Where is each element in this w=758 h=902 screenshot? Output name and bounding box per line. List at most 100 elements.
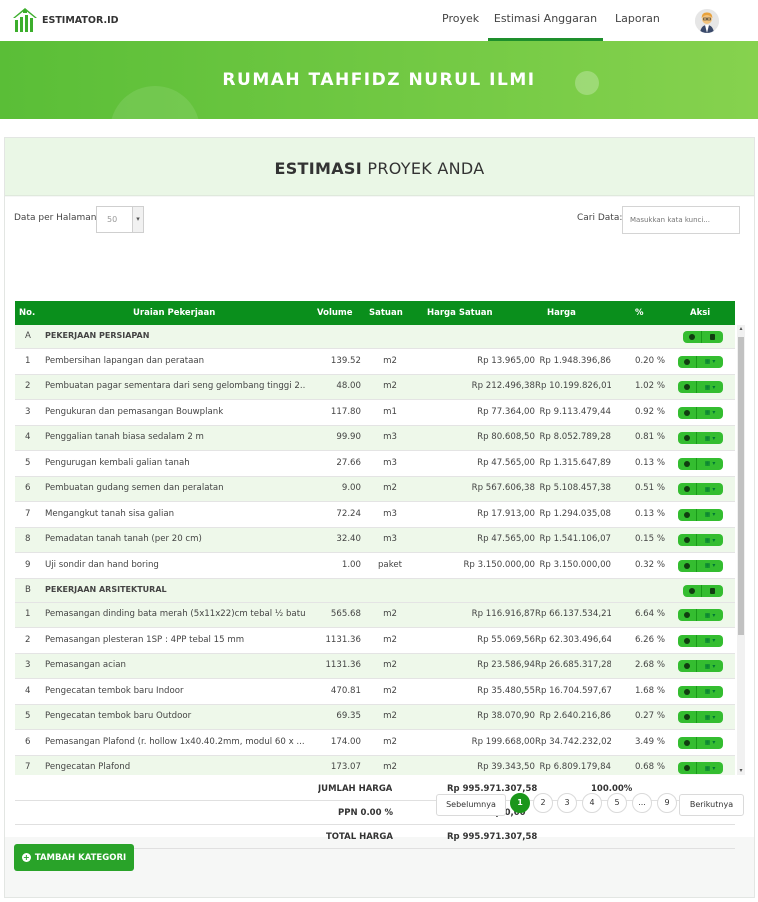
item-price: Rp 5.108.457,38 — [539, 483, 611, 494]
grid-menu-icon[interactable]: ▦ ▾ — [696, 634, 723, 647]
scroll-up-icon[interactable]: ▴ — [737, 325, 745, 333]
item-actions[interactable]: ▦ ▾ — [678, 711, 723, 724]
item-actions[interactable]: ▦ ▾ — [678, 483, 723, 496]
add-category-button[interactable]: + TAMBAH KATEGORI — [14, 844, 134, 871]
scroll-down-icon[interactable]: ▾ — [737, 767, 745, 775]
delete-icon[interactable] — [701, 584, 723, 597]
item-percent: 2.68 % — [634, 660, 665, 671]
gear-icon[interactable] — [678, 458, 696, 470]
grid-menu-icon[interactable]: ▦ ▾ — [696, 685, 723, 698]
table-row: 6 Pemasangan Plafond (r. hollow 1x40.40.2… — [15, 730, 735, 756]
item-actions[interactable]: ▦ ▾ — [678, 457, 723, 470]
top-navbar: ESTIMATOR.ID Proyek Estimasi Anggaran La… — [0, 0, 758, 41]
item-price: Rp 66.137.534,21 — [535, 609, 611, 620]
table-row: 2 Pemasangan plesteran 1SP : 4PP tebal 15… — [15, 628, 735, 654]
pagination-next[interactable]: Berikutnya — [679, 794, 744, 816]
add-item-icon[interactable] — [683, 585, 701, 597]
grid-menu-icon[interactable]: ▦ ▾ — [696, 609, 723, 622]
item-actions[interactable]: ▦ ▾ — [678, 634, 723, 647]
pagination-page[interactable]: 2 — [533, 793, 553, 813]
pagination-page[interactable]: 1 — [510, 793, 530, 813]
table-row: 8 Pemadatan tanah tanah (per 20 cm) 32.40 m… — [15, 527, 735, 553]
gear-icon[interactable] — [678, 609, 696, 621]
pagination-page[interactable]: 9 — [657, 793, 677, 813]
gear-icon[interactable] — [678, 762, 696, 774]
item-unit-price: Rp 77.364,00 — [477, 406, 535, 417]
item-actions[interactable]: ▦ ▾ — [678, 736, 723, 749]
grid-menu-icon[interactable]: ▦ ▾ — [696, 457, 723, 470]
project-title: RUMAH TAHFIDZ NURUL ILMI — [222, 70, 536, 90]
row-number: 4 — [25, 685, 31, 696]
item-actions[interactable]: ▦ ▾ — [678, 508, 723, 521]
grid-menu-icon[interactable]: ▦ ▾ — [696, 559, 723, 572]
chevron-down-icon[interactable]: ▾ — [132, 207, 143, 232]
item-actions[interactable]: ▦ ▾ — [678, 609, 723, 622]
grid-menu-icon[interactable]: ▦ ▾ — [696, 381, 723, 394]
gear-icon[interactable] — [678, 432, 696, 444]
search-input[interactable] — [622, 206, 740, 234]
gear-icon[interactable] — [678, 356, 696, 368]
table-row: 1 Pembersihan lapangan dan perataan 139.52… — [15, 349, 735, 375]
table-row: 3 Pemasangan acian 1131.36 m2 Rp 23.586,94 Rp… — [15, 653, 735, 679]
item-actions[interactable]: ▦ ▾ — [678, 762, 723, 775]
add-item-icon[interactable] — [683, 331, 701, 343]
item-unit: m2 — [383, 685, 397, 696]
category-actions[interactable] — [683, 331, 723, 343]
item-unit-price: Rp 116.916,87 — [471, 609, 535, 620]
table-body[interactable]: A PEKERJAAN PERSIAPAN 1 Pembersihan lapanga… — [15, 325, 735, 775]
card-title-rest: PROYEK ANDA — [367, 159, 485, 178]
grid-menu-icon[interactable]: ▦ ▾ — [696, 711, 723, 724]
grid-menu-icon[interactable]: ▦ ▾ — [696, 660, 723, 673]
total-row-ppn: PPN 0.00 % Rp 0,00 — [15, 801, 735, 825]
row-number: 5 — [25, 711, 31, 722]
gear-icon[interactable] — [678, 660, 696, 672]
grid-menu-icon[interactable]: ▦ ▾ — [696, 762, 723, 775]
pagination-page[interactable]: 4 — [582, 793, 602, 813]
gear-icon[interactable] — [678, 560, 696, 572]
gear-icon[interactable] — [678, 635, 696, 647]
category-actions[interactable] — [683, 584, 723, 597]
table-scrollbar[interactable]: ▴ ▾ — [737, 325, 745, 775]
nav-proyek[interactable]: Proyek — [442, 12, 479, 25]
item-actions[interactable]: ▦ ▾ — [678, 355, 723, 368]
pagination-page[interactable]: 5 — [607, 793, 627, 813]
nav-estimasi-anggaran[interactable]: Estimasi Anggaran — [488, 12, 603, 41]
table-row: 5 Pengurugan kembali galian tanah 27.66 m3 R… — [15, 451, 735, 477]
table-row: 2 Pembuatan pagar sementara dari seng gel… — [15, 374, 735, 400]
grid-menu-icon[interactable]: ▦ ▾ — [696, 508, 723, 521]
pagination-prev[interactable]: Sebelumnya — [436, 794, 506, 816]
grid-menu-icon[interactable]: ▦ ▾ — [696, 355, 723, 368]
grid-menu-icon[interactable]: ▦ ▾ — [696, 483, 723, 496]
delete-icon[interactable] — [701, 331, 723, 343]
user-avatar[interactable] — [695, 9, 719, 33]
brand-logo[interactable]: ESTIMATOR.ID — [12, 6, 119, 34]
item-actions[interactable]: ▦ ▾ — [678, 381, 723, 394]
grid-menu-icon[interactable]: ▦ ▾ — [696, 534, 723, 547]
col-no: No. — [19, 308, 36, 318]
item-volume: 174.00 — [330, 736, 361, 747]
gear-icon[interactable] — [678, 711, 696, 723]
pagination-page[interactable]: 3 — [557, 793, 577, 813]
item-actions[interactable]: ▦ ▾ — [678, 559, 723, 572]
item-actions[interactable]: ▦ ▾ — [678, 534, 723, 547]
scroll-thumb[interactable] — [738, 337, 744, 635]
gear-icon[interactable] — [678, 737, 696, 749]
gear-icon[interactable] — [678, 483, 696, 495]
item-actions[interactable]: ▦ ▾ — [678, 685, 723, 698]
gear-icon[interactable] — [678, 686, 696, 698]
item-actions[interactable]: ▦ ▾ — [678, 406, 723, 419]
item-actions[interactable]: ▦ ▾ — [678, 660, 723, 673]
gear-icon[interactable] — [678, 509, 696, 521]
item-percent: 0.32 % — [634, 559, 665, 570]
grid-menu-icon[interactable]: ▦ ▾ — [696, 432, 723, 445]
gear-icon[interactable] — [678, 407, 696, 419]
gear-icon[interactable] — [678, 534, 696, 546]
per-page-select[interactable]: 50 ▾ — [96, 206, 144, 233]
item-actions[interactable]: ▦ ▾ — [678, 432, 723, 445]
nav-laporan[interactable]: Laporan — [615, 12, 660, 25]
gear-icon[interactable] — [678, 381, 696, 393]
grid-menu-icon[interactable]: ▦ ▾ — [696, 736, 723, 749]
item-percent: 3.49 % — [634, 736, 665, 747]
grid-menu-icon[interactable]: ▦ ▾ — [696, 406, 723, 419]
pagination-page[interactable]: ... — [632, 793, 652, 813]
